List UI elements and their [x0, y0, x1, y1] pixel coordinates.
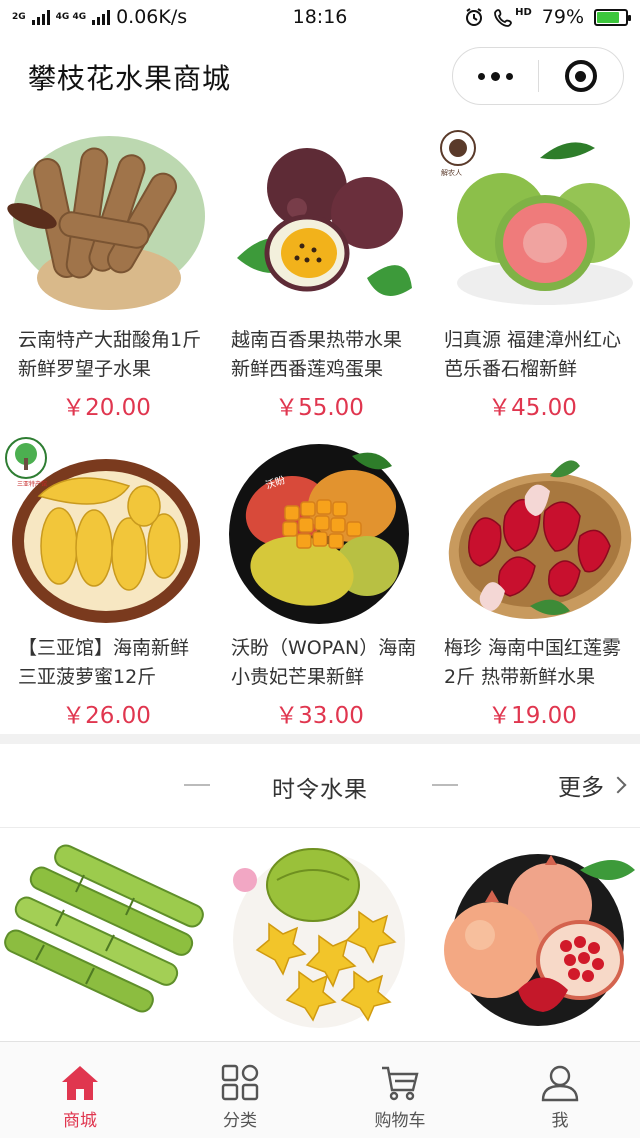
cart-icon: [382, 1066, 419, 1101]
tab-label: 我: [551, 1111, 569, 1131]
seasonal-card[interactable]: [426, 838, 639, 1034]
guava-image: [440, 130, 633, 305]
product-name: 【三亚馆】海南新鲜三亚菠萝蜜12斤: [18, 637, 190, 688]
seasonal-product-row: [0, 838, 640, 1034]
product-grid: 云南特产大甜酸角1斤 新鲜罗望子水果 ￥20.00 越南百香果热带水果新鲜西番莲…: [0, 120, 640, 736]
seasonal-section-header: 时令水果 更多: [0, 744, 640, 828]
mango-image: [229, 444, 409, 624]
product-price: ￥26.00: [62, 703, 151, 729]
product-card[interactable]: 三亚特产馆 【三亚馆】海南新鲜三亚菠萝蜜12斤 ￥26.00: [0, 428, 213, 736]
product-name: 云南特产大甜酸角1斤 新鲜罗望子水果: [18, 329, 202, 380]
chevron-right-icon: [609, 776, 627, 794]
passion-fruit-image: [237, 148, 412, 296]
brand-badge: 解农人: [441, 169, 462, 177]
network-4g-label: 4G 4G: [55, 11, 87, 22]
alarm-icon: [466, 8, 483, 26]
product-name: 归真源 福建漳州红心芭乐番石榴新鲜: [444, 329, 622, 380]
brand-badge: 三亚特产馆: [16, 481, 47, 488]
product-card[interactable]: 解农人 归真源 福建漳州红心芭乐番石榴新鲜 ￥45.00: [426, 120, 639, 428]
network-type-label: 2G: [12, 11, 26, 22]
title-bar: 攀枝花水果商城: [0, 34, 640, 120]
tamarind-image: [7, 136, 205, 310]
sugarcane-image: [4, 844, 204, 1013]
starfruit-image: [233, 848, 405, 1028]
tab-cart[interactable]: 购物车: [320, 1042, 480, 1138]
wax-apple-image: [448, 460, 632, 619]
user-icon: [541, 1065, 579, 1102]
tab-label: 分类: [223, 1111, 257, 1131]
status-bar: 2G 4G 4G 0.06K/s 18:16 HD 79%: [0, 0, 640, 34]
network-speed: 0.06K/s: [116, 6, 188, 28]
product-price: ￥33.00: [275, 703, 364, 729]
tab-category[interactable]: 分类: [160, 1042, 320, 1138]
product-price: ￥20.00: [62, 395, 151, 421]
battery-percent: 79%: [541, 6, 584, 28]
seasonal-card[interactable]: [0, 838, 213, 1034]
product-name: 沃盼（WOPAN）海南小贵妃芒果新鲜: [231, 637, 417, 688]
pomegranate-image: [444, 854, 635, 1026]
status-left: 2G 4G 4G 0.06K/s: [12, 6, 464, 28]
seasonal-card[interactable]: [213, 838, 426, 1034]
close-button[interactable]: [539, 48, 624, 104]
more-link[interactable]: 更多: [558, 768, 627, 802]
tab-label: 商城: [63, 1111, 97, 1131]
product-card[interactable]: 越南百香果热带水果新鲜西番莲鸡蛋果 ￥55.00: [213, 120, 426, 428]
more-button[interactable]: [453, 48, 538, 104]
title-dash-right: [432, 784, 458, 786]
home-icon: [62, 1066, 98, 1100]
signal-icon-secondary: [92, 9, 111, 25]
section-divider: [0, 734, 640, 744]
call-hd-icon: HD: [494, 7, 532, 27]
more-label: 更多: [558, 775, 604, 801]
battery-icon: [594, 8, 631, 26]
product-name: 梅珍 海南中国红莲雾2斤 热带新鲜水果: [444, 637, 622, 688]
jackfruit-image: [5, 437, 200, 623]
grid-icon: [221, 1064, 259, 1101]
product-card[interactable]: 梅珍 海南中国红莲雾2斤 热带新鲜水果 ￥19.00: [426, 428, 639, 736]
tab-label: 购物车: [374, 1111, 426, 1131]
status-right: HD 79%: [464, 6, 631, 28]
tab-me[interactable]: 我: [480, 1042, 640, 1138]
section-title: 时令水果: [272, 777, 368, 803]
tab-home[interactable]: 商城: [0, 1042, 160, 1138]
product-price: ￥19.00: [488, 703, 577, 729]
product-name: 越南百香果热带水果新鲜西番莲鸡蛋果: [231, 329, 403, 380]
target-circle-icon: [564, 60, 597, 92]
miniprogram-capsule: [452, 47, 624, 105]
bottom-tab-bar: 商城 分类 购物车 我: [0, 1041, 640, 1138]
product-price: ￥45.00: [488, 395, 577, 421]
product-card[interactable]: 沃盼 沃盼（WOPAN）海南小贵妃芒果新鲜 ￥33.00: [213, 428, 426, 736]
page-title: 攀枝花水果商城: [28, 62, 232, 95]
more-dots-icon: [477, 71, 513, 81]
hd-label: HD: [515, 7, 532, 18]
product-price: ￥55.00: [275, 395, 364, 421]
signal-icon: [31, 9, 50, 25]
product-card[interactable]: 云南特产大甜酸角1斤 新鲜罗望子水果 ￥20.00: [0, 120, 213, 428]
